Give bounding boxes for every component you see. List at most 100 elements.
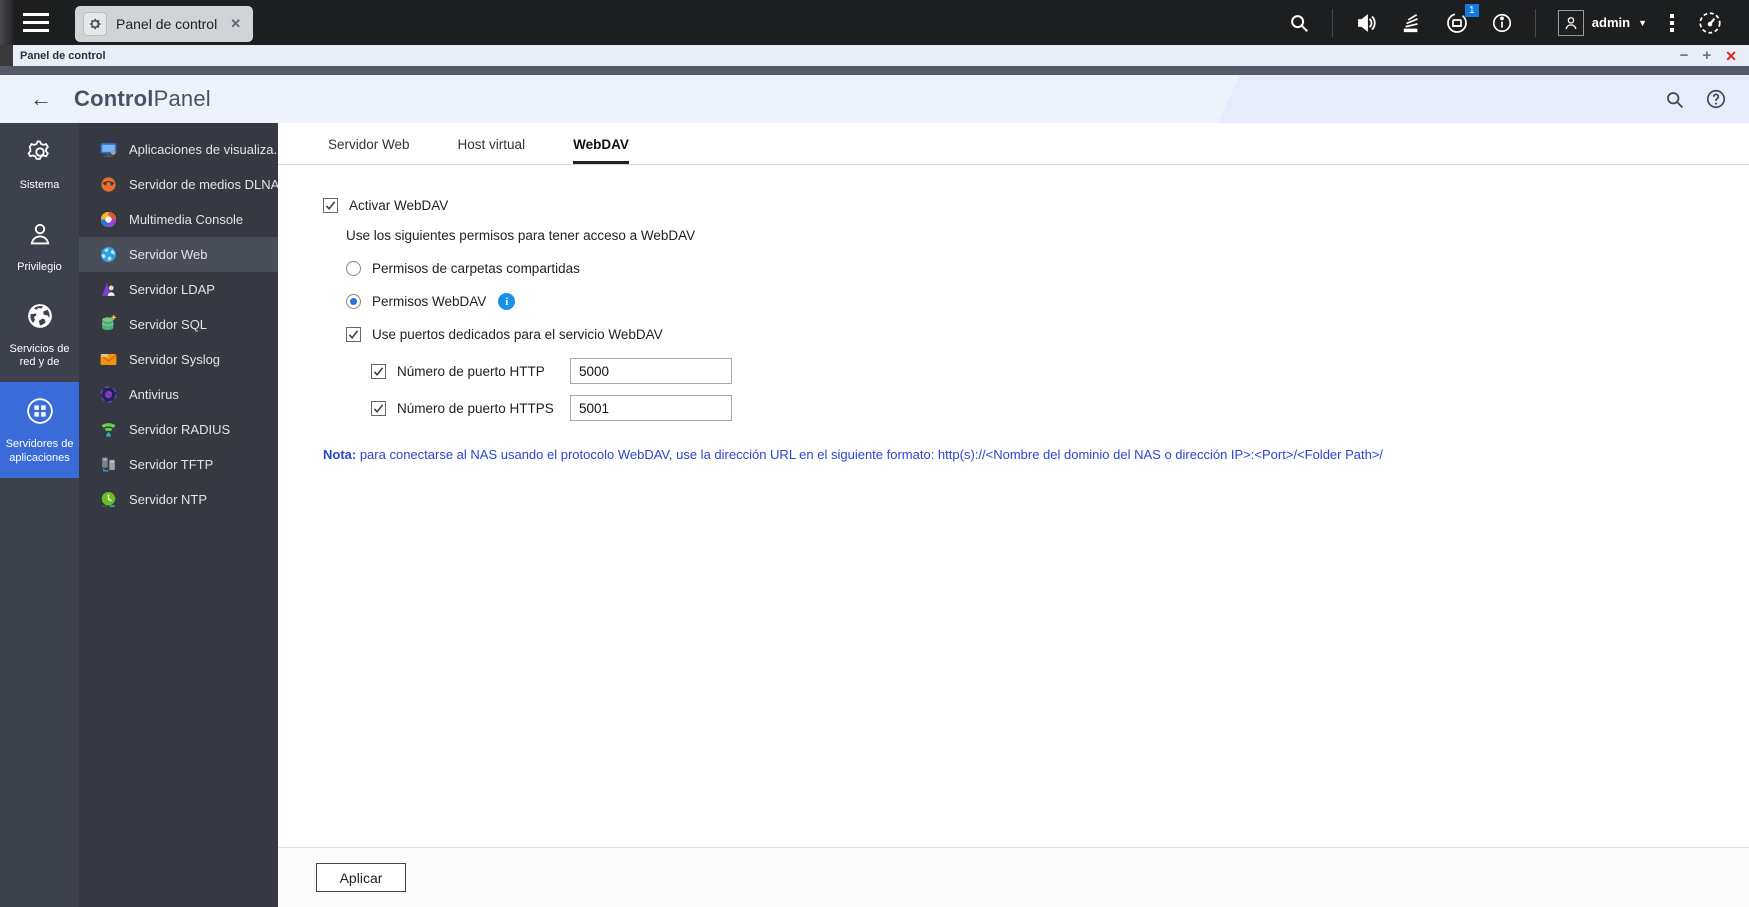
divider [1331, 8, 1333, 37]
list-item-label: Multimedia Console [129, 212, 244, 227]
volume-icon[interactable] [1355, 12, 1379, 34]
ldap-icon [99, 280, 118, 299]
open-window-tab-control-panel[interactable]: Panel de control ✕ [75, 5, 254, 42]
tab-servidor-web[interactable]: Servidor Web [328, 137, 410, 164]
header-search-icon[interactable] [1664, 89, 1685, 110]
antivirus-icon [99, 385, 118, 404]
sidebar-item-sistema[interactable]: Sistema [0, 123, 79, 205]
activar-webdav-checkbox[interactable] [323, 198, 338, 213]
help-icon[interactable] [1705, 88, 1727, 110]
main-menu-button[interactable] [13, 0, 59, 45]
permisos-carpetas-radio[interactable] [346, 261, 361, 276]
https-port-input[interactable] [570, 395, 732, 421]
radius-icon [99, 420, 118, 439]
footer-bar: Aplicar [278, 847, 1749, 907]
sidebar-item-label: Privilegio [17, 260, 62, 273]
https-port-label: Número de puerto HTTPS [397, 400, 554, 416]
back-button[interactable]: ← [30, 86, 52, 112]
control-panel-header: ← ControlPanel [0, 75, 1749, 123]
username-label: admin [1591, 15, 1631, 30]
background-tasks-icon[interactable] [1401, 12, 1423, 34]
webdav-form: Activar WebDAV Use los siguientes permis… [278, 165, 1749, 847]
list-item-label: Servidor RADIUS [129, 422, 231, 437]
permisos-carpetas-label: Permisos de carpetas compartidas [372, 261, 580, 276]
http-port-checkbox[interactable] [371, 363, 386, 379]
page-title: ControlPanel [74, 86, 211, 111]
window-title-bar[interactable]: Panel de control − + ✕ [0, 45, 1749, 66]
tftp-server-icon [99, 455, 118, 474]
list-item-antivirus[interactable]: Antivirus [79, 377, 278, 412]
syslog-envelope-icon: LOG [99, 350, 118, 369]
apply-button[interactable]: Aplicar [316, 863, 406, 892]
content-panel: Servidor Web Host virtual WebDAV Activar… [278, 123, 1749, 907]
list-item-label: Aplicaciones de visualiza... [129, 142, 278, 157]
list-item-aplicaciones-de-visualizacion[interactable]: Aplicaciones de visualiza... [79, 132, 278, 167]
window-top-band [0, 66, 1749, 75]
list-item-servidor-syslog[interactable]: LOG Servidor Syslog [79, 342, 278, 377]
sidebar-item-label: Servicios de red y de [9, 342, 70, 369]
close-tab-icon[interactable]: ✕ [226, 16, 241, 32]
minimize-window-icon[interactable]: − [1680, 48, 1689, 63]
avatar [1557, 9, 1584, 36]
list-item-label: Servidor Web [129, 247, 208, 262]
list-item-label: Servidor SQL [129, 317, 208, 332]
permisos-webdav-label: Permisos WebDAV [372, 294, 487, 309]
external-device-icon[interactable]: 1 [1445, 3, 1479, 35]
list-item-label: Servidor TFTP [129, 457, 214, 472]
web-globe-icon [99, 245, 118, 264]
category-sidebar: Sistema Privilegio Servicios de red y de… [0, 123, 79, 907]
webdav-note: Nota: para conectarse al NAS usando el p… [323, 447, 1384, 462]
tab-webdav[interactable]: WebDAV [573, 137, 629, 164]
desktop-edge [0, 45, 13, 66]
window-title: Panel de control [20, 49, 106, 62]
sidebar-item-label: Servidores de aplicaciones [5, 438, 74, 464]
info-icon[interactable] [1491, 12, 1513, 34]
sidebar-item-servidores-de-aplicaciones[interactable]: Servidores de aplicaciones [0, 382, 79, 478]
puertos-dedicados-label: Use puertos dedicados para el servicio W… [372, 327, 663, 342]
list-item-servidor-ldap[interactable]: Servidor LDAP [79, 272, 278, 307]
globe-icon [25, 301, 55, 336]
close-window-icon[interactable]: ✕ [1725, 49, 1737, 63]
list-item-label: Antivirus [129, 387, 179, 402]
sidebar-item-label: Sistema [19, 179, 60, 191]
list-item-servidor-radius[interactable]: Servidor RADIUS [79, 412, 278, 447]
notification-badge: 1 [1464, 3, 1479, 17]
gear-icon [83, 11, 107, 36]
sidebar-item-privilegio[interactable]: Privilegio [0, 205, 79, 287]
desktop-edge [0, 0, 13, 45]
sidebar-item-servicios-de-red[interactable]: Servicios de red y de [0, 287, 79, 383]
desktop-top-bar: Panel de control ✕ 1 admin ▼ [0, 0, 1749, 45]
sql-database-icon [99, 315, 118, 334]
list-item-servidor-sql[interactable]: Servidor SQL [79, 307, 278, 342]
list-item-label: Servidor Syslog [129, 352, 221, 367]
tab-host-virtual[interactable]: Host virtual [458, 137, 526, 164]
puertos-dedicados-checkbox[interactable] [346, 327, 361, 342]
https-port-checkbox[interactable] [371, 400, 386, 416]
multimedia-wheel-icon [99, 210, 118, 229]
more-options-icon[interactable] [1669, 11, 1675, 35]
permissions-intro-text: Use los siguientes permisos para tener a… [346, 228, 696, 243]
list-item-label: Servidor NTP [129, 492, 208, 507]
list-item-label: Servidor LDAP [129, 282, 215, 297]
list-item-servidor-de-medios-dlna[interactable]: Servidor de medios DLNA [79, 167, 278, 202]
svg-text:LOG: LOG [102, 355, 107, 358]
divider [1534, 8, 1536, 37]
application-list: Aplicaciones de visualiza... Servidor de… [79, 123, 278, 907]
chevron-down-icon: ▼ [1638, 17, 1647, 28]
activar-webdav-label: Activar WebDAV [349, 198, 449, 213]
list-item-label: Servidor de medios DLNA [129, 177, 278, 192]
http-port-input[interactable] [570, 358, 732, 384]
list-item-multimedia-console[interactable]: Multimedia Console [79, 202, 278, 237]
search-icon[interactable] [1288, 12, 1310, 34]
list-item-servidor-ntp[interactable]: Servidor NTP [79, 482, 278, 517]
dashboard-icon[interactable] [1697, 10, 1723, 36]
permisos-webdav-radio[interactable] [346, 294, 361, 309]
list-item-servidor-tftp[interactable]: Servidor TFTP [79, 447, 278, 482]
dlna-swirl-icon [99, 175, 118, 194]
info-tooltip-icon[interactable]: i [498, 293, 516, 310]
user-menu[interactable]: admin ▼ [1557, 9, 1647, 36]
list-item-servidor-web[interactable]: Servidor Web [79, 237, 278, 272]
monitor-icon [99, 140, 118, 159]
ntp-clock-icon [99, 490, 118, 509]
maximize-window-icon[interactable]: + [1703, 48, 1712, 63]
